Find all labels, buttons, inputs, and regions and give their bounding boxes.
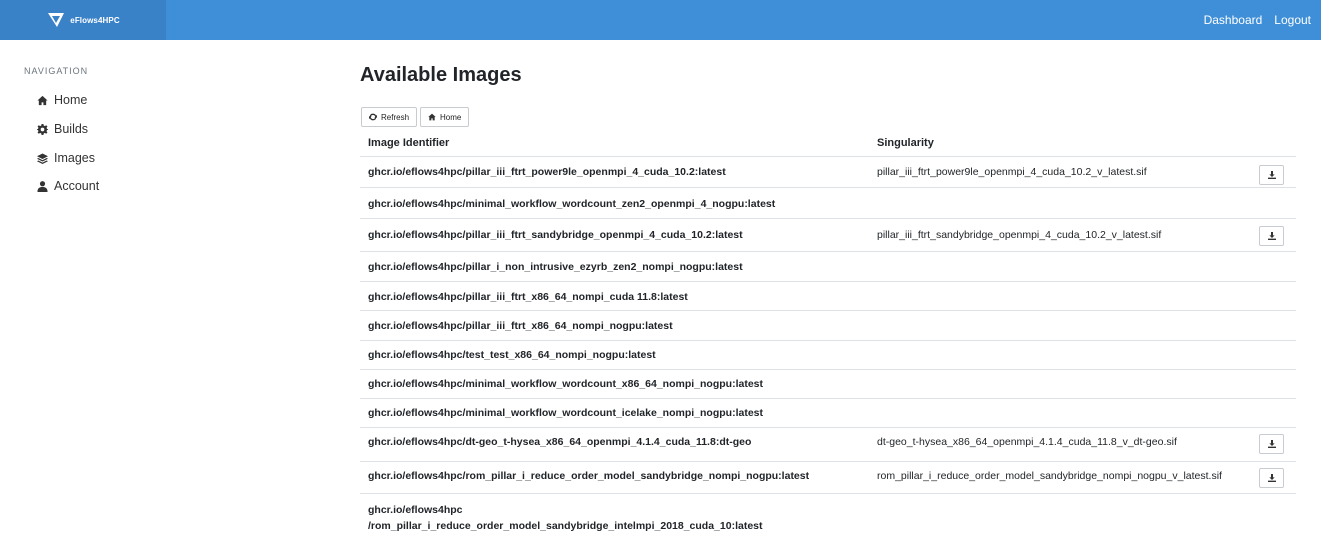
image-identifier: ghcr.io/eflows4hpc/pillar_iii_ftrt_x86_6…: [368, 320, 673, 332]
image-identifier: ghcr.io/eflows4hpc/pillar_iii_ftrt_sandy…: [368, 229, 743, 241]
table-row: ghcr.io/eflows4hpc /rom_pillar_i_reduce_…: [360, 494, 1296, 539]
download-button[interactable]: [1259, 226, 1284, 246]
download-icon: [1267, 440, 1276, 448]
brand-name: eFlows4HPC: [70, 15, 120, 25]
table-row: ghcr.io/eflows4hpc/test_test_x86_64_nomp…: [360, 341, 1296, 370]
singularity-file: dt-geo_t-hysea_x86_64_openmpi_4.1.4_cuda…: [877, 436, 1177, 448]
image-identifier: ghcr.io/eflows4hpc/minimal_workflow_word…: [368, 198, 776, 210]
table-header: Image Identifier Singularity: [360, 131, 1296, 157]
refresh-label: Refresh: [381, 112, 410, 122]
table-row: ghcr.io/eflows4hpc/pillar_iii_ftrt_sandy…: [360, 219, 1296, 252]
home-icon: [37, 95, 48, 105]
image-identifier: ghcr.io/eflows4hpc/pillar_iii_ftrt_power…: [368, 166, 726, 178]
table-row: ghcr.io/eflows4hpc/pillar_iii_ftrt_x86_6…: [360, 311, 1296, 341]
image-identifier: ghcr.io/eflows4hpc/pillar_iii_ftrt_x86_6…: [368, 291, 688, 303]
sidebar-item-builds[interactable]: Builds: [37, 121, 88, 137]
table-row: ghcr.io/eflows4hpc/dt-geo_t-hysea_x86_64…: [360, 428, 1296, 462]
refresh-icon: [369, 113, 377, 121]
home-label: Home: [440, 112, 462, 122]
singularity-file: pillar_iii_ftrt_sandybridge_openmpi_4_cu…: [877, 229, 1162, 241]
eflows-logo-icon: [48, 13, 65, 27]
column-header-image: Image Identifier: [368, 137, 450, 149]
sidebar-item-home[interactable]: Home: [37, 92, 87, 108]
image-identifier: ghcr.io/eflows4hpc/dt-geo_t-hysea_x86_64…: [368, 436, 752, 448]
image-identifier: ghcr.io/eflows4hpc/test_test_x86_64_nomp…: [368, 349, 656, 361]
sidebar-item-label: Home: [54, 93, 88, 107]
top-navbar: eFlows4HPC Dashboard Logout: [0, 0, 1321, 40]
sidebar: NAVIGATION Home Builds Images Account: [0, 40, 166, 541]
nav-heading: NAVIGATION: [24, 66, 89, 76]
table-row: ghcr.io/eflows4hpc/rom_pillar_i_reduce_o…: [360, 462, 1296, 494]
download-icon: [1267, 474, 1276, 482]
image-identifier: ghcr.io/eflows4hpc/pillar_i_non_intrusiv…: [368, 261, 743, 273]
image-identifier-line1: ghcr.io/eflows4hpc: [368, 504, 463, 516]
gear-icon: [37, 123, 48, 135]
user-icon: [37, 180, 48, 192]
table-row: ghcr.io/eflows4hpc/minimal_workflow_word…: [360, 370, 1296, 399]
table-row: ghcr.io/eflows4hpc/minimal_workflow_word…: [360, 399, 1296, 428]
layers-icon: [37, 152, 48, 164]
download-button[interactable]: [1259, 468, 1284, 488]
table-row: ghcr.io/eflows4hpc/pillar_iii_ftrt_x86_6…: [360, 282, 1296, 311]
column-header-singularity: Singularity: [877, 137, 934, 149]
download-icon: [1267, 171, 1276, 179]
dashboard-link[interactable]: Dashboard: [1204, 13, 1263, 27]
download-icon: [1267, 232, 1276, 240]
image-identifier: ghcr.io/eflows4hpc/minimal_workflow_word…: [368, 378, 764, 390]
home-icon: [428, 113, 436, 121]
home-button[interactable]: Home: [420, 107, 470, 127]
refresh-button[interactable]: Refresh: [361, 107, 418, 127]
download-button[interactable]: [1259, 434, 1284, 454]
table-row: ghcr.io/eflows4hpc/pillar_i_non_intrusiv…: [360, 252, 1296, 282]
page-title: Available Images: [360, 64, 522, 86]
sidebar-item-images[interactable]: Images: [37, 150, 95, 166]
sidebar-item-label: Account: [54, 179, 100, 193]
download-button[interactable]: [1259, 165, 1284, 185]
sidebar-item-account[interactable]: Account: [37, 178, 99, 194]
brand[interactable]: eFlows4HPC: [0, 0, 166, 40]
image-identifier-line2: /rom_pillar_i_reduce_order_model_sandybr…: [368, 520, 763, 532]
image-identifier: ghcr.io/eflows4hpc/minimal_workflow_word…: [368, 407, 763, 419]
singularity-file: rom_pillar_i_reduce_order_model_sandybri…: [877, 470, 1222, 482]
image-identifier: ghcr.io/eflows4hpc/rom_pillar_i_reduce_o…: [368, 470, 810, 482]
table-row: ghcr.io/eflows4hpc/minimal_workflow_word…: [360, 188, 1296, 219]
logout-link[interactable]: Logout: [1274, 13, 1311, 27]
sidebar-item-label: Builds: [54, 122, 89, 136]
singularity-file: pillar_iii_ftrt_power9le_openmpi_4_cuda_…: [877, 166, 1147, 178]
table-row: ghcr.io/eflows4hpc/pillar_iii_ftrt_power…: [360, 157, 1296, 188]
sidebar-item-label: Images: [54, 151, 95, 165]
